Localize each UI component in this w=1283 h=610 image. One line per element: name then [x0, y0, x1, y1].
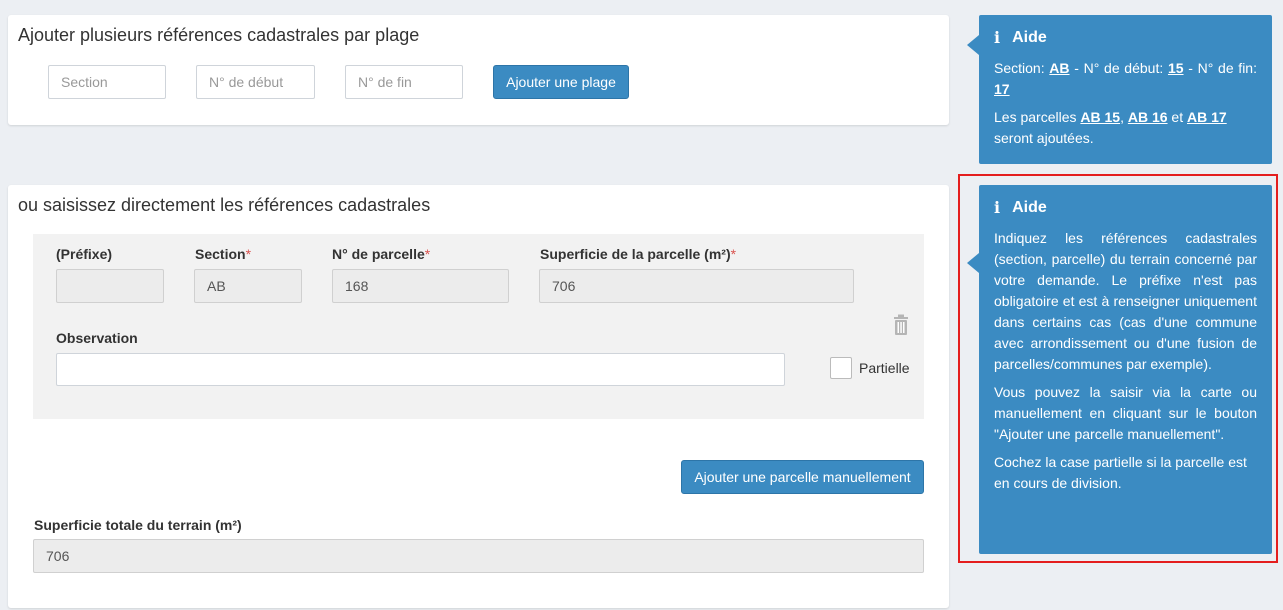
- start-number-input[interactable]: N° de début: [196, 65, 315, 99]
- partial-label: Partielle: [859, 360, 910, 376]
- plage-card: Ajouter plusieurs références cadastrales…: [8, 15, 949, 125]
- prefix-label: (Préfixe): [56, 246, 113, 262]
- parcel-number-field: 168: [332, 269, 509, 303]
- observation-label: Observation: [56, 330, 138, 346]
- add-range-button[interactable]: Ajouter une plage: [493, 65, 629, 99]
- parcel-number-label: N° de parcelle*: [332, 246, 431, 262]
- parcel-row: (Préfixe) Section* N° de parcelle* Super…: [33, 234, 924, 419]
- end-number-input[interactable]: N° de fin: [345, 65, 463, 99]
- add-parcel-manually-button[interactable]: Ajouter une parcelle manuellement: [681, 460, 924, 494]
- parcel-area-label: Superficie de la parcelle (m²)*: [540, 246, 737, 262]
- prefix-field: [56, 269, 164, 303]
- help-range-result: Les parcelles AB 15, AB 16 et AB 17 sero…: [994, 109, 1227, 146]
- partial-checkbox[interactable]: [830, 357, 852, 379]
- direct-entry-card: ou saisissez directement les références …: [8, 185, 949, 608]
- section-field: AB: [194, 269, 302, 303]
- help-range-example: Section: AB - N° de début: 15 - N° de fi…: [994, 60, 1257, 97]
- direct-entry-title: ou saisissez directement les références …: [18, 195, 431, 215]
- parcel-area-field: 706: [539, 269, 854, 303]
- total-area-field: 706: [33, 539, 924, 573]
- help-panel-range: i Aide Section: AB - N° de début: 15 - N…: [967, 15, 1272, 164]
- trash-icon[interactable]: [892, 314, 910, 336]
- section-label: Section*: [195, 246, 252, 262]
- help-title: Aide: [1012, 29, 1047, 46]
- section-range-input[interactable]: Section: [48, 65, 166, 99]
- plage-title: Ajouter plusieurs références cadastrales…: [18, 25, 420, 45]
- info-icon: i: [994, 28, 1001, 47]
- help-header: i Aide: [994, 27, 1257, 48]
- highlight-box: [958, 174, 1278, 563]
- observation-input[interactable]: [56, 353, 785, 386]
- total-area-label: Superficie totale du terrain (m²): [34, 517, 242, 533]
